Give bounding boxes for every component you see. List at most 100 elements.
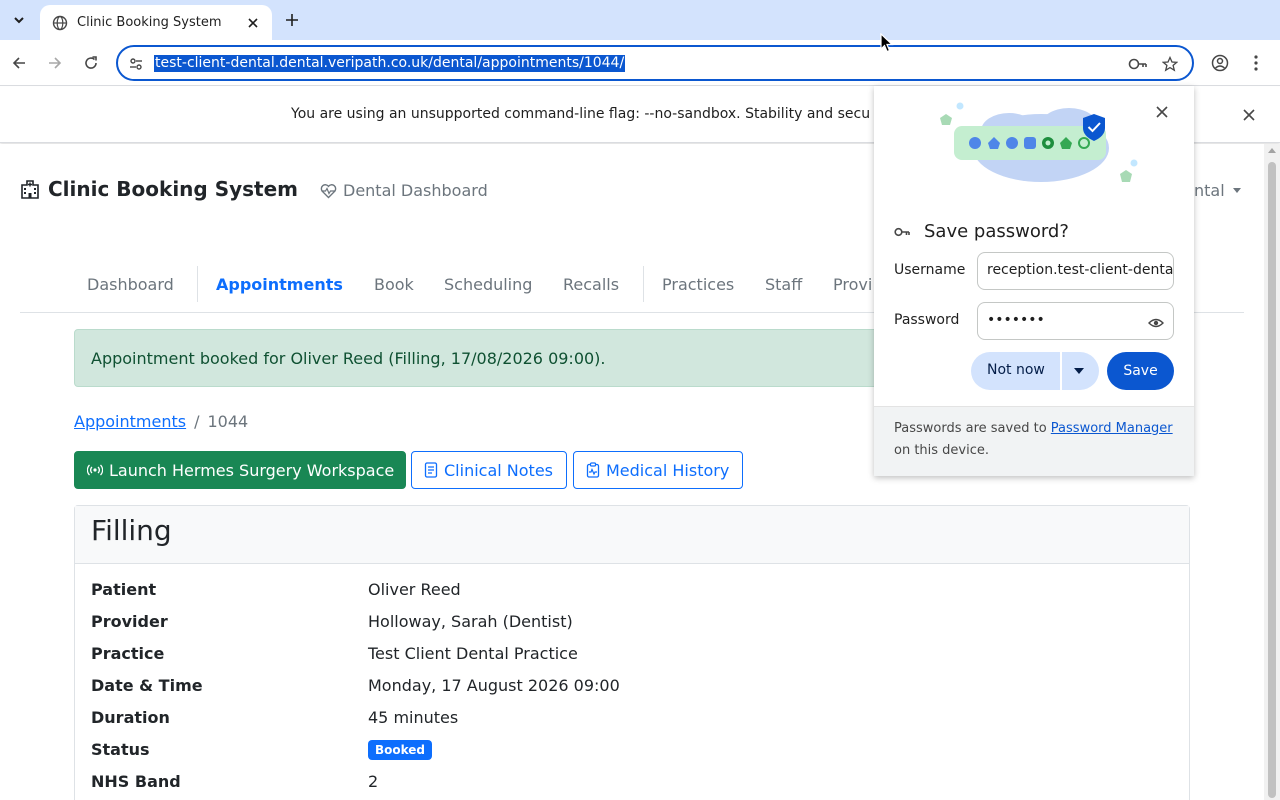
detail-label: NHS Band	[91, 772, 181, 791]
nav-dashboard[interactable]: Dashboard	[87, 275, 174, 294]
user-dropdown[interactable]: ntal	[1194, 181, 1241, 200]
appointment-card: Filling Patient Oliver Reed Provider Hol…	[74, 505, 1190, 800]
password-label: Password	[894, 312, 960, 328]
clipboard-pulse-icon	[586, 462, 600, 478]
tab-search-button[interactable]	[6, 7, 32, 33]
appointment-title: Filling	[91, 514, 172, 547]
brand[interactable]: Clinic Booking System	[20, 177, 298, 201]
not-now-button[interactable]: Not now	[971, 352, 1099, 390]
detail-row-practice: Practice Test Client Dental Practice	[91, 644, 1171, 676]
detail-row-status: Status Booked	[91, 740, 1171, 772]
broadcast-icon	[87, 463, 103, 477]
bookmark-star-icon[interactable]	[1160, 54, 1180, 74]
eye-icon[interactable]	[1146, 313, 1166, 333]
page-scrollbar[interactable]	[1264, 144, 1280, 800]
brand-title: Clinic Booking System	[48, 177, 299, 201]
username-field[interactable]: reception.test-client-dental	[977, 252, 1174, 290]
menu-button[interactable]	[1243, 50, 1269, 76]
clinical-notes-button[interactable]: Clinical Notes	[411, 451, 567, 489]
detail-label: Practice	[91, 644, 165, 663]
nav-appointments[interactable]: Appointments	[216, 275, 343, 294]
address-bar[interactable]: test-client-dental.dental.veripath.co.uk…	[116, 45, 1194, 81]
scrollbar-thumb[interactable]	[1268, 162, 1276, 798]
heart-pulse-icon	[320, 183, 337, 198]
footer-text-suffix: on this device.	[894, 443, 990, 458]
detail-value: Test Client Dental Practice	[368, 644, 578, 663]
forward-arrow-icon	[49, 57, 62, 69]
password-illustration-icon	[940, 102, 1138, 182]
caret-down-icon	[1232, 188, 1241, 193]
user-dropdown-label: ntal	[1194, 181, 1225, 200]
scroll-up-arrow-icon[interactable]	[1268, 148, 1276, 153]
username-label: Username	[894, 262, 966, 278]
nav-divider	[643, 266, 644, 302]
hospital-building-icon	[21, 180, 39, 199]
back-button[interactable]	[6, 50, 32, 76]
appointment-card-header: Filling	[75, 506, 1189, 564]
plus-icon	[286, 14, 298, 26]
launch-workspace-button[interactable]: Launch Hermes Surgery Workspace	[74, 451, 406, 489]
nav-book[interactable]: Book	[374, 275, 414, 294]
detail-value: 45 minutes	[368, 708, 459, 727]
globe-icon	[52, 15, 68, 30]
detail-value: Oliver Reed	[368, 580, 461, 599]
detail-row-date-time: Date & Time Monday, 17 August 2026 09:00	[91, 676, 1171, 708]
password-field[interactable]: •••••••	[977, 302, 1174, 340]
back-arrow-icon	[12, 57, 25, 69]
reload-button[interactable]	[78, 50, 104, 76]
detail-label: Date & Time	[91, 676, 203, 695]
medical-history-label: Medical History	[606, 460, 730, 480]
tab-close-icon[interactable]	[244, 14, 262, 32]
breadcrumb-separator: /	[194, 412, 200, 431]
detail-value: Holloway, Sarah (Dentist)	[368, 612, 573, 631]
detail-label: Status	[91, 740, 150, 759]
launch-workspace-label: Launch Hermes Surgery Workspace	[109, 460, 395, 480]
forward-button[interactable]	[42, 50, 68, 76]
nav-staff[interactable]: Staff	[765, 275, 802, 294]
nav-scheduling[interactable]: Scheduling	[444, 275, 532, 294]
detail-value: 2	[368, 772, 379, 791]
mouse-cursor-icon	[880, 33, 894, 53]
kebab-menu-icon	[1254, 55, 1258, 71]
detail-row-nhs-band: NHS Band 2	[91, 772, 1171, 800]
caret-down-icon[interactable]	[1074, 368, 1084, 374]
save-password-dialog: Save password? Username reception.test-c…	[874, 86, 1194, 476]
nav-practices[interactable]: Practices	[662, 275, 734, 294]
profile-icon	[1211, 54, 1229, 72]
nav-providers[interactable]: Provi	[833, 275, 872, 294]
nav-divider	[197, 266, 198, 302]
url-text[interactable]: test-client-dental.dental.veripath.co.uk…	[154, 55, 626, 72]
clinical-notes-label: Clinical Notes	[444, 460, 553, 480]
dental-dashboard-label: Dental Dashboard	[343, 181, 488, 200]
password-key-icon[interactable]	[1128, 54, 1148, 74]
breadcrumb-current: 1044	[207, 412, 249, 431]
password-manager-link[interactable]: Password Manager	[1051, 421, 1173, 436]
dialog-close-icon[interactable]	[1152, 102, 1172, 122]
reload-icon	[85, 56, 97, 69]
tab-title: Clinic Booking System	[77, 15, 222, 30]
dialog-title: Save password?	[924, 221, 1069, 242]
site-info-icon[interactable]	[126, 54, 146, 74]
save-button[interactable]: Save	[1107, 352, 1174, 390]
nav-recalls[interactable]: Recalls	[563, 275, 619, 294]
infobar-close-icon[interactable]	[1239, 105, 1259, 125]
dialog-title-row: Save password?	[894, 221, 1069, 242]
new-tab-button[interactable]	[280, 8, 304, 32]
browser-tab[interactable]: Clinic Booking System	[40, 5, 272, 40]
detail-label: Patient	[91, 580, 157, 599]
breadcrumb-appointments-link[interactable]: Appointments	[74, 412, 186, 431]
dental-dashboard-link[interactable]: Dental Dashboard	[320, 181, 488, 200]
profile-button[interactable]	[1207, 50, 1233, 76]
tab-strip: Clinic Booking System	[0, 0, 1280, 40]
infobar-message: You are using an unsupported command-lin…	[291, 106, 871, 122]
status-badge: Booked	[368, 740, 433, 760]
detail-row-provider: Provider Holloway, Sarah (Dentist)	[91, 612, 1171, 644]
document-text-icon	[424, 462, 438, 478]
key-icon	[894, 227, 910, 236]
footer-text: Passwords are saved to	[894, 421, 1047, 436]
medical-history-button[interactable]: Medical History	[573, 451, 743, 489]
detail-value: Monday, 17 August 2026 09:00	[368, 676, 620, 695]
browser-toolbar: test-client-dental.dental.veripath.co.uk…	[0, 40, 1280, 86]
breadcrumb: Appointments / 1044	[74, 412, 248, 431]
success-alert-message: Appointment booked for Oliver Reed (Fill…	[91, 349, 606, 368]
